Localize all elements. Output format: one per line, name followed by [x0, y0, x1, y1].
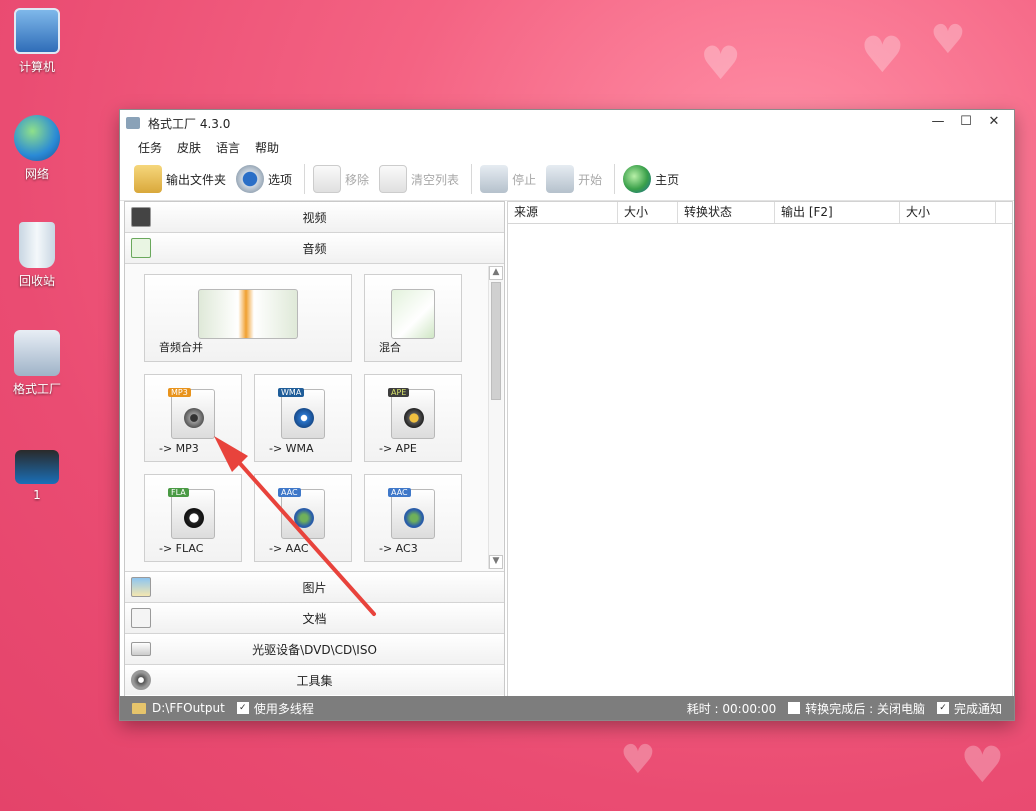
- annotation-arrow: [214, 436, 376, 616]
- arrow-shaft: [226, 448, 376, 616]
